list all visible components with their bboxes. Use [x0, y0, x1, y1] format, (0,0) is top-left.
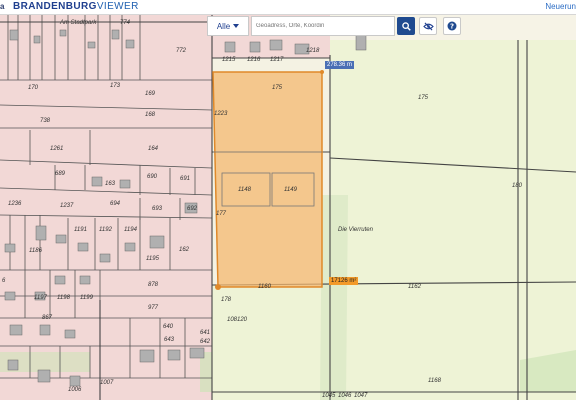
parcel-label: 692: [187, 206, 198, 212]
parcel-label: 1195: [146, 256, 159, 262]
parcel-label: 168: [145, 112, 156, 118]
map-canvas[interactable]: 278.36 m 17126 m² 774 Am Stadtpark 772 1…: [0, 15, 576, 400]
parcel-label: 1186: [29, 248, 42, 254]
svg-text:?: ?: [450, 23, 454, 31]
parcel-label: 177: [216, 211, 227, 217]
parcel-label: 175: [272, 85, 283, 91]
parcel-label: 1215: [222, 57, 236, 63]
parcel-label: 643: [164, 337, 175, 343]
parcel-label: 1199: [80, 295, 93, 301]
parcel-label: 694: [110, 201, 121, 207]
parcel-label: 1007: [100, 380, 114, 386]
parcel-label: 163: [105, 181, 116, 187]
parcel-label: 772: [176, 48, 187, 54]
parcel-label: 878: [148, 282, 159, 288]
parcel-label: 691: [180, 176, 191, 182]
parcel-label: 1148: [238, 187, 251, 193]
parcel-label: 1149: [284, 187, 297, 193]
parcel-label: 867: [42, 315, 53, 321]
chevron-down-icon: [233, 24, 240, 28]
parcel-label: 1045: [322, 393, 336, 399]
parcel-label: 178: [221, 297, 232, 303]
brand-name-bold: BRANDENBURG: [13, 1, 97, 12]
parcel-label: 689: [55, 171, 66, 177]
parcel-label: 1046: [338, 393, 352, 399]
search-icon: [401, 21, 411, 31]
parcel-label: 169: [145, 91, 156, 97]
top-bar: a BRANDENBURGVIEWER Neuerun: [0, 0, 576, 15]
parcel-label: 173: [110, 83, 121, 89]
parcel-label: 1160: [258, 284, 271, 290]
parcel-label: 1168: [428, 378, 441, 384]
length-measurement-label: 278.36 m: [325, 61, 355, 69]
parcel-label: 641: [200, 330, 211, 336]
parcel-label: 1198: [57, 295, 70, 301]
parcel-label: 1223: [214, 111, 228, 117]
parcel-label: 1194: [124, 227, 137, 233]
app-logo[interactable]: BRANDENBURGVIEWER: [13, 1, 139, 12]
street-label: Am Stadtpark: [60, 20, 97, 26]
parcel-label: 1236: [8, 201, 22, 207]
parcel-label: 1191: [74, 227, 87, 233]
search-scope-label: Alle: [216, 21, 231, 31]
parcel-label: 693: [152, 206, 163, 212]
parcel-label: 1218: [306, 48, 320, 54]
cadastral-map[interactable]: [0, 15, 576, 400]
parcel-label: 6: [2, 278, 6, 284]
brand-prefix: a: [0, 2, 5, 11]
parcel-label: 1217: [270, 57, 284, 63]
parcel-label: 1216: [247, 57, 261, 63]
parcel-label: 170: [28, 85, 39, 91]
news-link[interactable]: Neuerun: [545, 2, 576, 11]
toggle-visibility-button[interactable]: [419, 17, 437, 35]
parcel-label: 738: [40, 118, 51, 124]
parcel-label: 977: [148, 305, 159, 311]
parcel-label: 690: [147, 174, 158, 180]
parcel-label: 1047: [354, 393, 368, 399]
parcel-label: 640: [163, 324, 174, 330]
parcel-label: 1006: [68, 387, 82, 393]
search-input[interactable]: [251, 16, 395, 36]
parcel-label: 642: [200, 339, 211, 345]
area-measurement-label: 17126 m²: [329, 277, 359, 285]
eye-off-icon: [422, 22, 434, 30]
help-button[interactable]: ?: [443, 17, 461, 35]
parcel-label: 175: [418, 95, 429, 101]
parcel-label: 164: [148, 146, 159, 152]
field-name-label: Die Vierruten: [338, 227, 373, 233]
help-icon: ?: [447, 21, 457, 31]
parcel-label: 1261: [50, 146, 64, 152]
parcel-label: 1237: [60, 203, 74, 209]
parcel-label: 1162: [408, 284, 421, 290]
search-scope-select[interactable]: Alle: [207, 16, 249, 36]
search-bar: Alle ?: [207, 16, 461, 36]
brand-name-thin: VIEWER: [96, 1, 139, 12]
parcel-label: 1197: [34, 295, 47, 301]
parcel-label: 1192: [99, 227, 112, 233]
parcel-label: 108120: [227, 317, 248, 323]
parcel-label: 774: [120, 20, 131, 26]
search-button[interactable]: [397, 17, 415, 35]
parcel-label: 162: [179, 247, 190, 253]
parcel-label: 180: [512, 183, 523, 189]
